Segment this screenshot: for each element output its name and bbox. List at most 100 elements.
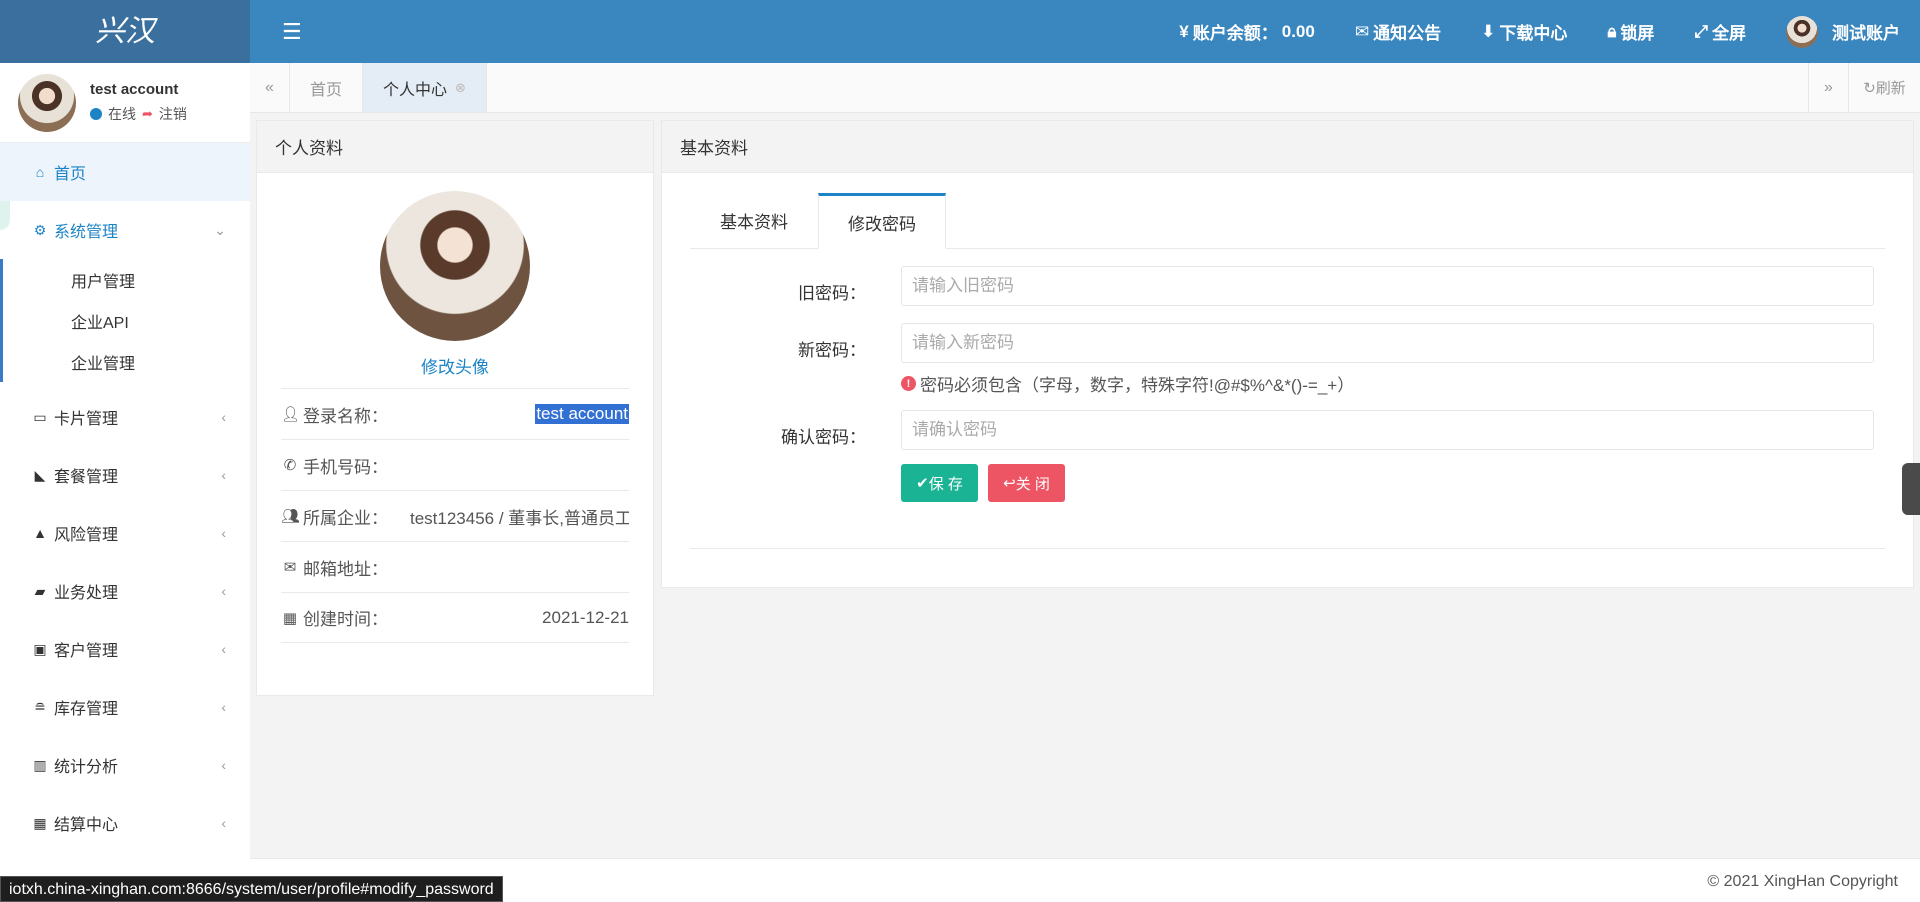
avatar [1786, 15, 1818, 48]
online-status: 在线 [108, 106, 136, 122]
user-menu[interactable]: 测试账户 [1786, 15, 1900, 48]
notice-link[interactable]: ✉ 通知公告 [1355, 19, 1441, 44]
sidebar-item-label: 卡片管理 [54, 411, 119, 428]
sidebar-item-risk[interactable]: ▲ 风险管理 ‹ [0, 504, 250, 562]
profile-row-phone: ✆ 手机号码： [281, 439, 629, 490]
confirm-password-label: 确认密码： [781, 428, 866, 447]
chevron-left-icon: ‹ [221, 641, 226, 657]
chevron-left-icon: ‹ [221, 699, 226, 715]
password-hint: ! 密码必须包含（字母，数字，特殊字符!@#$%^&*()-=_+） [901, 371, 1354, 396]
close-button[interactable]: ↩ 关 闭 [988, 464, 1065, 502]
row-label: 创建时间： [303, 610, 388, 629]
sidebar-item-cards[interactable]: ▭ 卡片管理 ‹ [0, 388, 250, 446]
expand-icon: ⤢ [1694, 21, 1708, 41]
contact-icon: ▣ [33, 640, 47, 657]
calendar-icon: ▦ [282, 609, 298, 627]
balance-value: 0.00 [1281, 21, 1315, 41]
chevron-left-icon: ‹ [221, 757, 226, 773]
balance-indicator: ¥ 账户余额： 0.00 [1179, 19, 1315, 44]
tab-change-password[interactable]: 修改密码 [818, 193, 946, 249]
logo[interactable]: 兴汉 [85, 8, 165, 56]
profile-row-enterprise: 👥︎ 所属企业： test123456 / 董事长,普通员工 [281, 490, 629, 541]
area-chart-icon: ◣ [34, 466, 46, 483]
sidebar-item-statistics[interactable]: ▥ 统计分析 ‹ [0, 736, 250, 794]
basic-info-panel: 基本资料 基本资料 修改密码 旧密码： 新密码： ! 密码必须包含（字母，数字，… [661, 120, 1914, 588]
sidebar-item-system[interactable]: ⚙ 系统管理 ⌄ [0, 201, 250, 259]
status-bar-url: iotxh.china-xinghan.com:8666/system/user… [0, 876, 503, 902]
logout-icon[interactable]: ➦ [142, 106, 153, 122]
notice-label: 通知公告 [1373, 24, 1442, 43]
sidebar-subitem-users[interactable]: 用户管理 [3, 259, 250, 300]
new-password-input[interactable] [901, 323, 1874, 363]
row-label: 所属企业： [303, 508, 388, 528]
sidebar-item-packages[interactable]: ◣ 套餐管理 ‹ [0, 446, 250, 504]
old-password-input[interactable] [901, 266, 1874, 306]
tab-label: 首页 [310, 81, 343, 99]
envelope-icon: ✉ [283, 559, 297, 576]
sidebar-item-label: 业务处理 [54, 585, 119, 602]
tab-label: 个人中心 [383, 81, 448, 99]
refresh-button[interactable]: ↻ 刷新 [1848, 63, 1920, 112]
home-icon: ⌂ [35, 164, 45, 180]
lock-label: 锁屏 [1620, 24, 1655, 43]
tab-basic-info[interactable]: 基本资料 [690, 193, 818, 248]
sidebar-item-label: 统计分析 [54, 759, 119, 776]
tab-profile[interactable]: 个人中心 ⊗ [363, 63, 487, 112]
confirm-password-input[interactable] [901, 410, 1874, 450]
info-circle-icon: ! [901, 376, 916, 391]
sidebar-item-settlement[interactable]: ▦ 结算中心 ‹ [0, 794, 250, 852]
chevron-left-icon: ‹ [221, 409, 226, 425]
sidebar-item-label: 首页 [54, 166, 87, 183]
sidebar-item-inventory[interactable]: ≘ 库存管理 ‹ [0, 678, 250, 736]
hamburger-menu-icon[interactable]: ☰ [282, 19, 302, 45]
logo-area: 兴汉 [0, 0, 250, 63]
credit-card-icon: ▭ [33, 408, 47, 425]
lock-icon: 🔒︎ [1607, 21, 1617, 41]
chevron-left-icon: ‹ [221, 583, 226, 599]
lock-screen-link[interactable]: 🔒︎ 锁屏 [1607, 19, 1654, 44]
sidebar-subitem-api[interactable]: 企业API [3, 300, 250, 341]
fullscreen-link[interactable]: ⤢ 全屏 [1694, 19, 1746, 44]
hint-text: 密码必须包含（字母，数字，特殊字符!@#$%^&*()-=_+） [920, 376, 1355, 395]
sidebar-item-home[interactable]: ⌂ 首页 [0, 143, 250, 201]
refresh-label: 刷新 [1875, 80, 1906, 97]
sidebar-item-label: 风险管理 [54, 527, 119, 544]
panel-title: 个人资料 [257, 121, 653, 173]
sidebar-item-customers[interactable]: ▣ 客户管理 ‹ [0, 620, 250, 678]
side-grip-handle[interactable] [1902, 463, 1920, 515]
change-avatar-link[interactable]: 修改头像 [257, 353, 653, 388]
row-label: 邮箱地址： [303, 559, 388, 579]
row-value: test123456 / 董事长,普通员工 [410, 508, 629, 528]
user-icon: 👤︎ [281, 406, 301, 423]
users-icon: 👥︎ [281, 508, 301, 525]
scroll-left-icon[interactable]: « [250, 63, 290, 112]
reply-icon: ↩ [1003, 475, 1016, 492]
chevron-left-icon: ‹ [221, 525, 226, 541]
download-link[interactable]: ⬇ 下载中心 [1481, 19, 1567, 44]
chevron-down-icon: ⌄ [214, 221, 226, 238]
online-dot-icon [90, 108, 102, 120]
top-header: ☰ ¥ 账户余额： 0.00 ✉ 通知公告 ⬇ 下载中心 🔒︎ 锁屏 ⤢ 全屏 … [250, 0, 1920, 63]
chevron-left-icon: ‹ [221, 815, 226, 831]
tab-home[interactable]: 首页 [290, 63, 364, 112]
sidebar-item-label: 客户管理 [54, 643, 119, 660]
scroll-right-icon[interactable]: » [1808, 63, 1848, 112]
database-icon: ≘ [34, 698, 46, 715]
envelope-icon: ✉ [1354, 21, 1370, 41]
profile-row-created: ▦ 创建时间： 2021-12-21 [281, 592, 629, 643]
warning-icon: ▲ [33, 525, 47, 541]
sidebar-item-business[interactable]: ▰ 业务处理 ‹ [0, 562, 250, 620]
panel-title: 基本资料 [662, 121, 1913, 173]
calculator-icon: ▦ [33, 814, 47, 831]
close-icon[interactable]: ⊗ [455, 80, 466, 96]
sidebar: 兴汉 test account 在线 ➦ 注销 ⌂ 首页 ⚙ 系统管理 ⌄ 用户… [0, 0, 250, 902]
page-tabbar: « 首页 个人中心 ⊗ » ↻ 刷新 [250, 63, 1920, 113]
chevron-left-icon: ‹ [221, 467, 226, 483]
save-button[interactable]: ✔ 保 存 [901, 464, 978, 502]
password-form: 旧密码： 新密码： ! 密码必须包含（字母，数字，特殊字符!@#$%^&*()-… [690, 249, 1885, 549]
phone-icon: ✆ [283, 457, 297, 474]
logout-link[interactable]: 注销 [159, 104, 187, 124]
sidebar-item-label: 套餐管理 [54, 469, 119, 486]
check-icon: ✔ [916, 475, 929, 492]
sidebar-subitem-enterprise[interactable]: 企业管理 [3, 341, 250, 382]
